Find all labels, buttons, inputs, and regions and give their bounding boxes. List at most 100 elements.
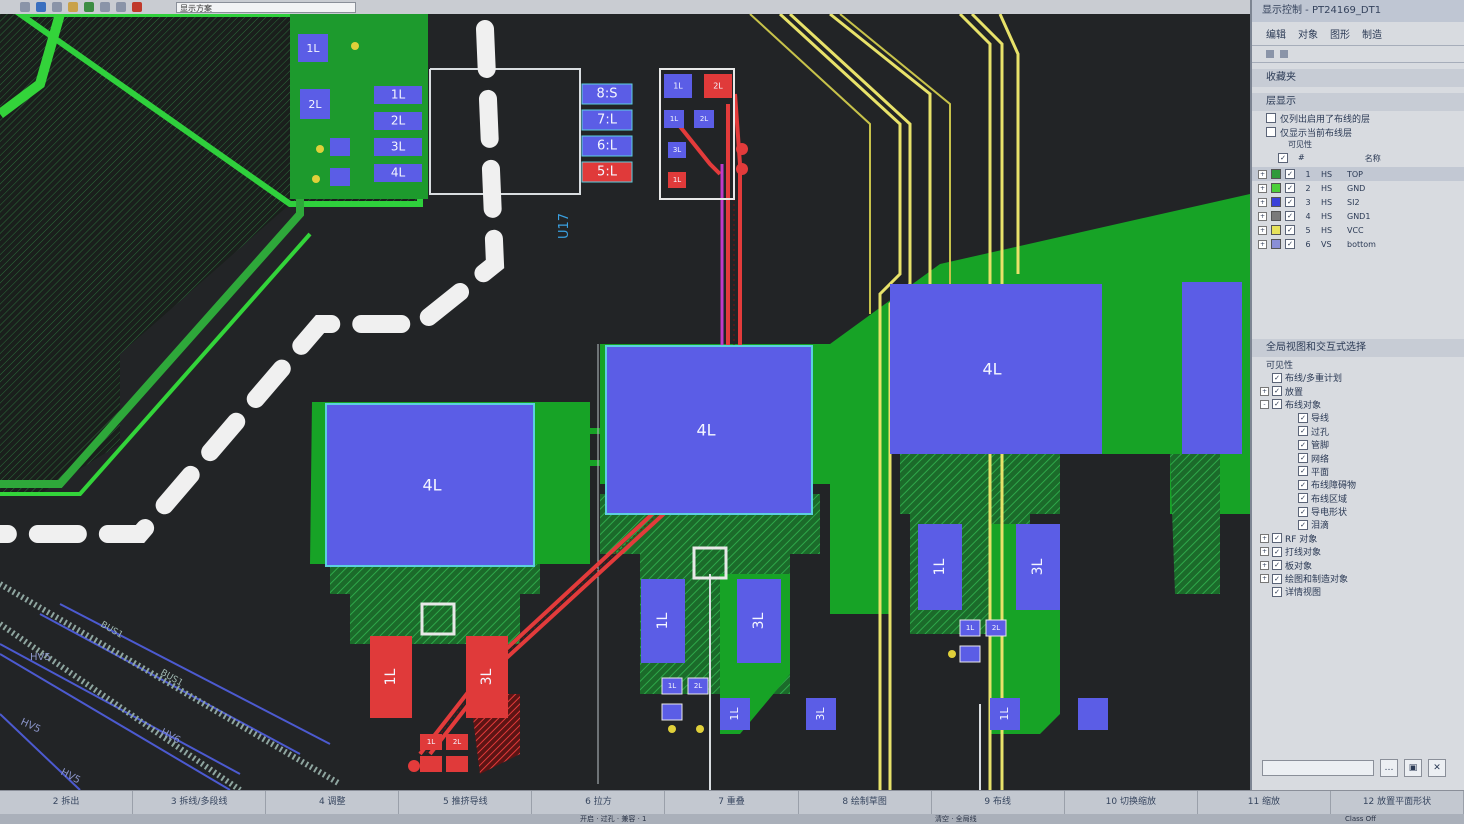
layer-visible-checkbox[interactable]: ✓ bbox=[1285, 225, 1295, 235]
tree-item[interactable]: ✓ 导线 bbox=[1252, 411, 1464, 424]
only-current-checkbox[interactable] bbox=[1266, 127, 1276, 137]
tree-checkbox[interactable]: ✓ bbox=[1298, 519, 1308, 530]
layer-row[interactable]: + ✓ 5 HS VCC bbox=[1252, 223, 1464, 237]
layer-display-section[interactable]: 层显示 bbox=[1252, 93, 1464, 111]
tree-checkbox[interactable]: ✓ bbox=[1272, 533, 1282, 544]
undo-icon[interactable] bbox=[100, 2, 110, 12]
fkey-button[interactable]: 10 切换缩放 bbox=[1065, 791, 1198, 814]
only-routed-checkbox[interactable] bbox=[1266, 113, 1276, 123]
tree-item[interactable]: + ✓ 打线对象 bbox=[1252, 545, 1464, 558]
tree-item[interactable]: ✓ 布线障碍物 bbox=[1252, 478, 1464, 491]
tree-checkbox[interactable]: ✓ bbox=[1298, 466, 1308, 477]
tree-checkbox[interactable]: ✓ bbox=[1298, 493, 1308, 504]
tree-item[interactable]: ✓ 过孔 bbox=[1252, 425, 1464, 438]
tree-expand-icon[interactable]: + bbox=[1260, 547, 1269, 557]
tab-graphics[interactable]: 图形 bbox=[1328, 26, 1352, 41]
tree-item[interactable]: ✓ 详情视图 bbox=[1252, 585, 1464, 598]
folder-icon[interactable] bbox=[68, 2, 78, 12]
layer-visible-checkbox[interactable]: ✓ bbox=[1285, 211, 1295, 221]
tree-item[interactable]: + ✓ 放置 bbox=[1252, 384, 1464, 398]
route-tool-icon[interactable] bbox=[36, 2, 46, 12]
global-view-section[interactable]: 全局视图和交互式选择 bbox=[1252, 339, 1464, 357]
all-layers-checkbox[interactable]: ✓ bbox=[1278, 153, 1288, 163]
save-icon[interactable] bbox=[84, 2, 94, 12]
layer-color-swatch[interactable] bbox=[1271, 183, 1281, 193]
layer-row[interactable]: + ✓ 6 VS bottom bbox=[1252, 237, 1464, 251]
layer-color-swatch[interactable] bbox=[1271, 225, 1281, 235]
filter-icon[interactable] bbox=[52, 2, 62, 12]
layer-color-swatch[interactable] bbox=[1271, 197, 1281, 207]
arrow-icon[interactable] bbox=[1280, 50, 1288, 58]
expand-icon[interactable]: + bbox=[1258, 211, 1267, 221]
tree-checkbox[interactable]: ✓ bbox=[1272, 546, 1282, 557]
tree-expand-icon[interactable]: + bbox=[1260, 386, 1269, 396]
grid-icon[interactable] bbox=[132, 2, 142, 12]
fkey-button[interactable]: 3 拆线/多段线 bbox=[133, 791, 267, 814]
fkey-button[interactable]: 12 放置平面形状 bbox=[1331, 791, 1464, 814]
layer-visible-checkbox[interactable]: ✓ bbox=[1285, 197, 1295, 207]
tree-item[interactable]: + ✓ RF 对象 bbox=[1252, 532, 1464, 545]
fkey-button[interactable]: 9 布线 bbox=[932, 791, 1065, 814]
tree-expand-icon[interactable]: + bbox=[1260, 574, 1269, 584]
expand-icon[interactable]: + bbox=[1258, 197, 1267, 207]
layer-color-swatch[interactable] bbox=[1271, 169, 1281, 179]
fkey-button[interactable]: 8 绘制草图 bbox=[799, 791, 932, 814]
expand-icon[interactable]: + bbox=[1258, 225, 1267, 235]
expand-icon[interactable]: + bbox=[1258, 239, 1267, 249]
fkey-button[interactable]: 5 推挤导线 bbox=[399, 791, 533, 814]
scheme-combo[interactable] bbox=[1262, 760, 1374, 776]
tree-checkbox[interactable]: ✓ bbox=[1272, 573, 1282, 584]
tree-checkbox[interactable]: ✓ bbox=[1298, 426, 1308, 437]
tree-item[interactable]: + ✓ 绘图和制造对象 bbox=[1252, 572, 1464, 585]
tree-item[interactable]: ✓ 导电形状 bbox=[1252, 505, 1464, 518]
layer-row[interactable]: + ✓ 4 HS GND1 bbox=[1252, 209, 1464, 223]
fkey-button[interactable]: 11 缩放 bbox=[1198, 791, 1331, 814]
pin-icon[interactable] bbox=[1266, 50, 1274, 58]
select-tool-icon[interactable] bbox=[20, 2, 30, 12]
more-button[interactable]: … bbox=[1380, 759, 1398, 777]
tab-edit[interactable]: 编辑 bbox=[1264, 26, 1288, 41]
tree-expand-icon[interactable]: - bbox=[1260, 399, 1269, 409]
display-scheme-select[interactable]: 显示方案 bbox=[176, 1, 356, 13]
fkey-button[interactable]: 7 重叠 bbox=[665, 791, 799, 814]
tree-checkbox[interactable]: ✓ bbox=[1272, 560, 1282, 571]
tab-fabrication[interactable]: 制造 bbox=[1360, 26, 1384, 41]
only-routed-row[interactable]: 仅列出启用了布线的层 bbox=[1252, 111, 1464, 125]
fkey-button[interactable]: 2 拆出 bbox=[0, 791, 134, 814]
layer-row[interactable]: + ✓ 3 HS SI2 bbox=[1252, 195, 1464, 209]
only-current-row[interactable]: 仅显示当前布线层 bbox=[1252, 125, 1464, 139]
tree-expand-icon[interactable]: + bbox=[1260, 533, 1269, 543]
tab-object[interactable]: 对象 bbox=[1296, 26, 1320, 41]
tree-expand-icon[interactable]: + bbox=[1260, 560, 1269, 570]
tree-checkbox[interactable]: ✓ bbox=[1272, 386, 1282, 397]
pcb-layout-canvas[interactable]: 4L 4L 4L 1L 3L 1L 2L 1L 3L 1L 3L 1L 3L 1… bbox=[0, 14, 1250, 790]
tree-item[interactable]: + ✓ 板对象 bbox=[1252, 558, 1464, 572]
tree-item[interactable]: ✓ 平面 bbox=[1252, 465, 1464, 478]
tree-checkbox[interactable]: ✓ bbox=[1298, 479, 1308, 490]
layer-visible-checkbox[interactable]: ✓ bbox=[1285, 239, 1295, 249]
tree-checkbox[interactable]: ✓ bbox=[1298, 453, 1308, 464]
close-icon[interactable]: ✕ bbox=[1428, 759, 1446, 777]
tree-item[interactable]: ✓ 网络 bbox=[1252, 451, 1464, 465]
tree-checkbox[interactable]: ✓ bbox=[1298, 506, 1308, 517]
expand-icon[interactable]: + bbox=[1258, 169, 1267, 179]
tree-item[interactable]: - ✓ 布线对象 bbox=[1252, 398, 1464, 411]
tree-item[interactable]: ✓ 泪滴 bbox=[1252, 518, 1464, 531]
tree-checkbox[interactable]: ✓ bbox=[1298, 412, 1308, 423]
tree-checkbox[interactable]: ✓ bbox=[1298, 439, 1308, 450]
layer-color-swatch[interactable] bbox=[1271, 211, 1281, 221]
tree-checkbox[interactable]: ✓ bbox=[1272, 372, 1282, 383]
layer-visible-checkbox[interactable]: ✓ bbox=[1285, 169, 1295, 179]
layer-row[interactable]: + ✓ 1 HS TOP bbox=[1252, 167, 1464, 181]
tree-checkbox[interactable]: ✓ bbox=[1272, 586, 1282, 597]
tree-item[interactable]: ✓ 布线/多重计划 bbox=[1252, 371, 1464, 384]
redo-icon[interactable] bbox=[116, 2, 126, 12]
layer-row[interactable]: + ✓ 2 HS GND bbox=[1252, 181, 1464, 195]
favorites-section[interactable]: 收藏夹 bbox=[1252, 69, 1464, 87]
fkey-button[interactable]: 4 调整 bbox=[266, 791, 400, 814]
layer-color-swatch[interactable] bbox=[1271, 239, 1281, 249]
layer-visible-checkbox[interactable]: ✓ bbox=[1285, 183, 1295, 193]
fkey-button[interactable]: 6 拉方 bbox=[532, 791, 666, 814]
expand-icon[interactable]: + bbox=[1258, 183, 1267, 193]
tree-item[interactable]: ✓ 管脚 bbox=[1252, 438, 1464, 451]
